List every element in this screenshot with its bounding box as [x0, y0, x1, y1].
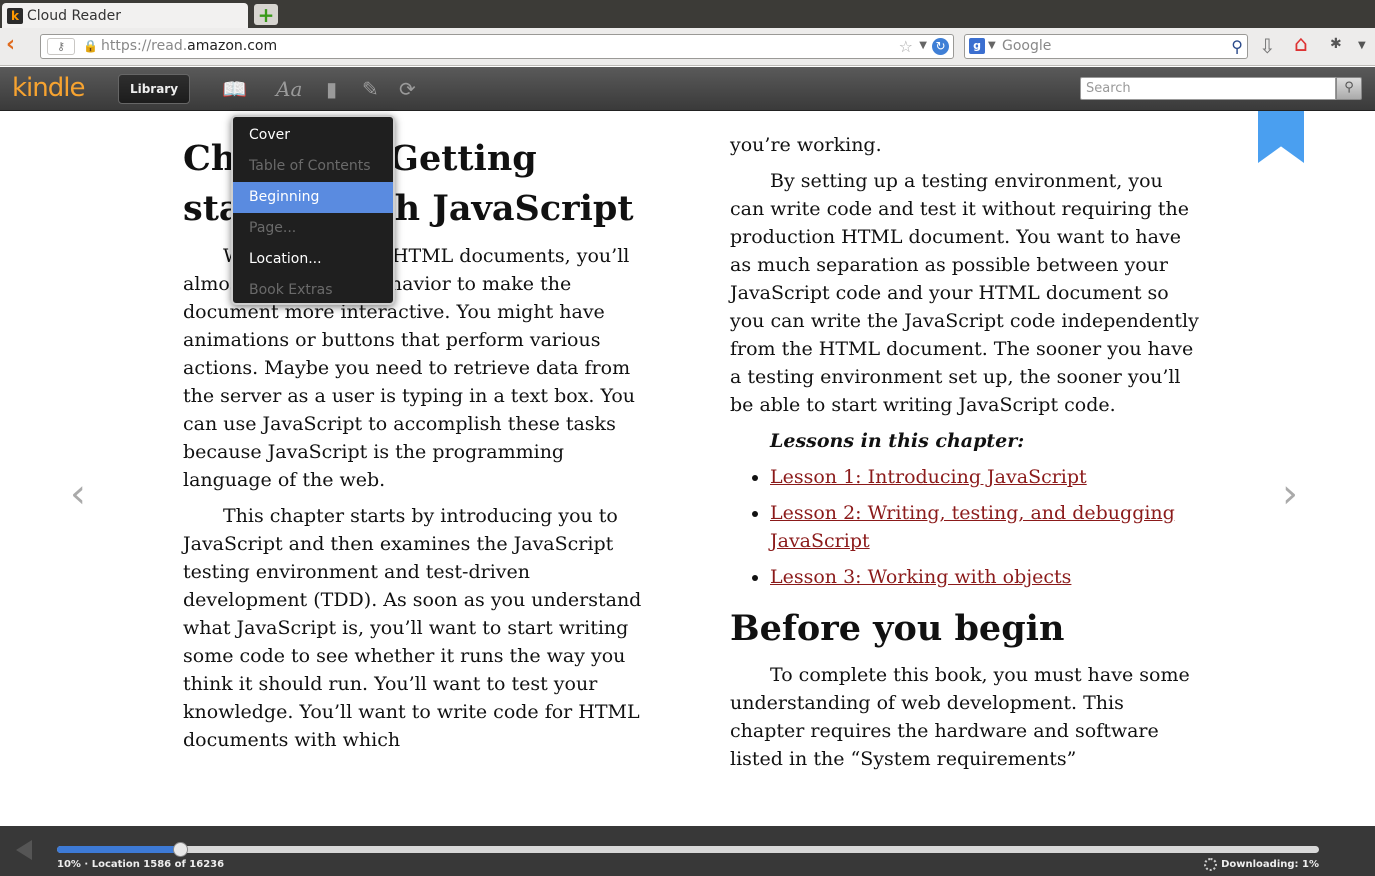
paragraph-continuation: you’re working.	[730, 134, 882, 156]
right-column: you’re working. By setting up a testing …	[730, 131, 1200, 781]
bookmark-icon[interactable]: ▮	[326, 77, 337, 101]
browser-tab[interactable]: k Cloud Reader	[2, 3, 248, 28]
progress-track[interactable]	[57, 842, 1319, 857]
lesson-2-link[interactable]: Lesson 2: Writing, testing, and debuggin…	[770, 502, 1175, 552]
goto-menu-item[interactable]: Page...	[233, 213, 393, 244]
reload-icon[interactable]: ↻	[932, 38, 949, 55]
kindle-search-input[interactable]: Search	[1080, 77, 1336, 100]
lessons-heading: Lessons in this chapter:	[770, 430, 1025, 452]
progress-slider-handle[interactable]	[173, 842, 189, 857]
download-status-text: Downloading: 1%	[1221, 859, 1319, 870]
addon-icon[interactable]: ✱	[1330, 36, 1342, 52]
paragraph: This chapter starts by introducing you t…	[183, 505, 642, 751]
lessons-list: Lesson 1: Introducing JavaScript Lesson …	[730, 463, 1200, 591]
font-settings-icon[interactable]: Aa	[276, 77, 302, 101]
goto-menu-item[interactable]: Beginning	[233, 182, 393, 213]
download-icon[interactable]: ⇩	[1259, 34, 1276, 58]
magnifier-icon[interactable]: ⚲	[1231, 37, 1243, 56]
goto-menu-item[interactable]: Book Extras	[233, 275, 393, 306]
tab-title: Cloud Reader	[27, 7, 121, 24]
kindle-favicon-icon: k	[7, 7, 23, 24]
paragraph: By setting up a testing environment, you…	[730, 170, 1199, 416]
prev-page-chevron-icon[interactable]: ‹	[70, 471, 86, 517]
list-item: Lesson 2: Writing, testing, and debuggin…	[770, 499, 1200, 555]
browser-tab-strip: k Cloud Reader +	[0, 0, 1375, 28]
reading-progress-bar: 10% · Location 1586 of 16236 Downloading…	[0, 826, 1375, 876]
go-to-book-icon[interactable]: 📖	[222, 77, 247, 101]
kindle-logo: kindle	[12, 73, 85, 103]
location-readout: 10% · Location 1586 of 16236	[57, 859, 225, 870]
bookmark-star-icon[interactable]: ☆	[899, 37, 913, 56]
new-tab-button[interactable]: +	[254, 3, 278, 27]
engine-dropdown-icon[interactable]: ▼	[988, 40, 996, 51]
goto-menu-item[interactable]: Cover	[233, 120, 393, 151]
goto-menu: Cover Table of Contents Beginning Page..…	[231, 115, 395, 305]
notes-icon[interactable]: ✎	[362, 77, 379, 101]
kindle-toolbar: kindle Library 📖 Aa ▮ ✎ ⟳ Search ⚲	[0, 67, 1375, 111]
site-identity-icon[interactable]: ⚷	[47, 38, 75, 55]
lock-icon: 🔒	[83, 39, 98, 53]
goto-menu-item[interactable]: Location...	[233, 244, 393, 275]
browser-search-bar[interactable]: g ▼ Google ⚲	[964, 34, 1248, 59]
back-arrow-icon[interactable]	[16, 840, 32, 860]
next-page-chevron-icon[interactable]: ›	[1282, 471, 1298, 517]
paragraph: To complete this book, you must have som…	[730, 664, 1190, 770]
google-engine-icon[interactable]: g	[969, 38, 985, 54]
loading-spinner-icon	[1204, 858, 1218, 871]
list-item: Lesson 1: Introducing JavaScript	[770, 463, 1200, 491]
download-status: Downloading: 1%	[1204, 858, 1319, 871]
url-history-dropdown-icon[interactable]: ▼	[919, 40, 927, 51]
back-button[interactable]: ‹	[6, 34, 28, 57]
menu-dropdown-icon[interactable]: ▼	[1358, 40, 1366, 51]
home-icon[interactable]: ⌂	[1294, 32, 1308, 57]
list-item: Lesson 3: Working with objects	[770, 563, 1200, 591]
kindle-search-button[interactable]: ⚲	[1336, 77, 1362, 100]
lesson-3-link[interactable]: Lesson 3: Working with objects	[770, 566, 1071, 588]
browser-search-input[interactable]: Google	[1002, 38, 1051, 54]
lesson-1-link[interactable]: Lesson 1: Introducing JavaScript	[770, 466, 1087, 488]
url-bar[interactable]: ⚷ 🔒 https://read.amazon.com ☆ ▼ ↻	[40, 34, 954, 59]
library-button[interactable]: Library	[118, 74, 190, 104]
progress-fill	[57, 846, 181, 853]
sync-icon[interactable]: ⟳	[399, 77, 416, 101]
page-bookmark-ribbon[interactable]	[1258, 111, 1304, 163]
goto-menu-item[interactable]: Table of Contents	[233, 151, 393, 182]
url-text[interactable]: https://read.amazon.com	[101, 38, 277, 54]
reading-page: Chapter 1 Getting started with JavaScrip…	[0, 111, 1375, 826]
section-title: Before you begin	[730, 608, 1065, 649]
browser-navbar: ‹ ⚷ 🔒 https://read.amazon.com ☆ ▼ ↻ g ▼ …	[0, 28, 1375, 66]
